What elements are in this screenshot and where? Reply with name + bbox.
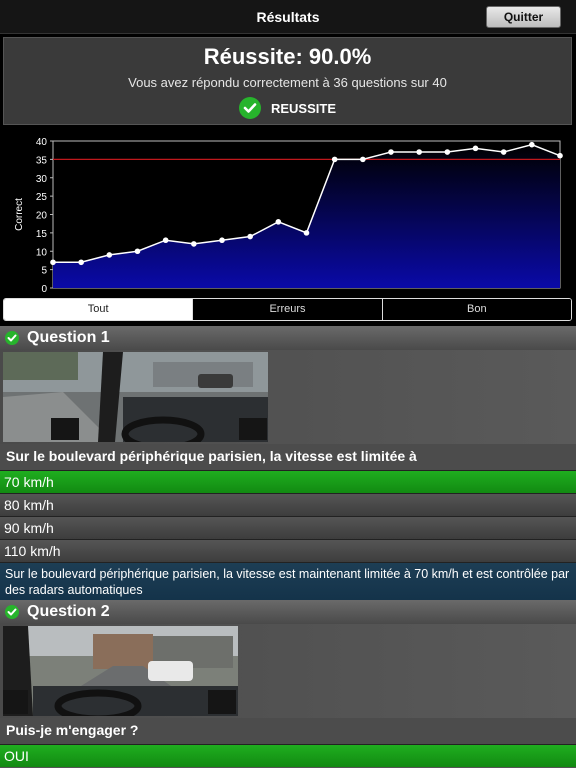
question-title: Question 1 bbox=[27, 329, 110, 346]
question-header: Question 1 bbox=[0, 326, 576, 350]
y-tick-label: 20 bbox=[36, 211, 48, 222]
data-point bbox=[106, 252, 113, 258]
question-header: Question 2 bbox=[0, 600, 576, 624]
question-list[interactable]: Question 1 Sur le boulevard périphérique… bbox=[0, 326, 576, 768]
data-point bbox=[162, 237, 169, 244]
score-chart: 0 5 10 15 20 25 30 35 40 Correct bbox=[14, 137, 563, 295]
y-tick-label: 0 bbox=[41, 284, 47, 295]
answer-explanation: Sur le boulevard périphérique parisien, … bbox=[0, 562, 576, 600]
status-label: REUSSITE bbox=[270, 100, 336, 116]
question-photo bbox=[3, 626, 238, 716]
data-point bbox=[331, 156, 338, 163]
y-tick-label: 15 bbox=[36, 229, 48, 240]
tab-bon[interactable]: Bon bbox=[381, 299, 571, 320]
navigation-bar: Résultats Quitter bbox=[0, 0, 576, 34]
answer-option[interactable]: 90 km/h bbox=[0, 516, 576, 539]
question-image-row bbox=[0, 624, 576, 718]
answer-option[interactable]: 110 km/h bbox=[0, 539, 576, 562]
data-point bbox=[529, 141, 535, 148]
data-point bbox=[416, 149, 422, 155]
data-point bbox=[247, 233, 253, 240]
quit-button[interactable]: Quitter bbox=[486, 6, 561, 28]
question-text: Sur le boulevard périphérique parisien, … bbox=[0, 444, 576, 470]
question-text: Puis-je m'engager ? bbox=[0, 718, 576, 744]
score-detail: Vous avez répondu correctement à 36 ques… bbox=[128, 75, 447, 90]
status-row: REUSSITE bbox=[4, 97, 571, 119]
tab-erreurs[interactable]: Erreurs bbox=[192, 299, 382, 320]
data-point bbox=[275, 219, 282, 225]
y-tick-label: 35 bbox=[36, 155, 48, 166]
data-point bbox=[444, 149, 451, 155]
score-text: Réussite: 90.0% bbox=[203, 44, 372, 69]
data-point bbox=[50, 259, 56, 266]
question-image-row bbox=[0, 350, 576, 444]
y-tick-label: 5 bbox=[41, 266, 47, 277]
checkmark-icon bbox=[238, 97, 261, 119]
data-point bbox=[360, 156, 366, 163]
data-point bbox=[472, 145, 479, 152]
y-tick-label: 30 bbox=[36, 174, 48, 185]
answer-option[interactable]: 80 km/h bbox=[0, 493, 576, 516]
y-tick-label: 40 bbox=[36, 137, 48, 148]
result-summary: Réussite: 90.0% Vous avez répondu correc… bbox=[3, 37, 572, 125]
answer-option[interactable]: OUI bbox=[0, 744, 576, 767]
question-photo bbox=[3, 352, 268, 442]
y-tick-label: 10 bbox=[36, 247, 48, 258]
y-axis-label: Correct bbox=[14, 198, 25, 231]
question-title: Question 2 bbox=[27, 603, 110, 620]
tab-tout[interactable]: Tout bbox=[4, 299, 193, 320]
data-point bbox=[557, 152, 563, 159]
data-point bbox=[388, 149, 394, 155]
data-point bbox=[134, 248, 141, 255]
data-point bbox=[78, 259, 84, 266]
data-point bbox=[219, 237, 225, 244]
y-tick-label: 25 bbox=[36, 192, 48, 203]
answer-option[interactable]: 70 km/h bbox=[0, 470, 576, 493]
checkmark-icon bbox=[5, 331, 19, 345]
data-point bbox=[500, 149, 507, 155]
checkmark-icon bbox=[5, 605, 19, 619]
data-point bbox=[303, 230, 310, 236]
data-point bbox=[191, 241, 197, 247]
filter-segmented-control: Tout Erreurs Bon bbox=[3, 298, 572, 321]
